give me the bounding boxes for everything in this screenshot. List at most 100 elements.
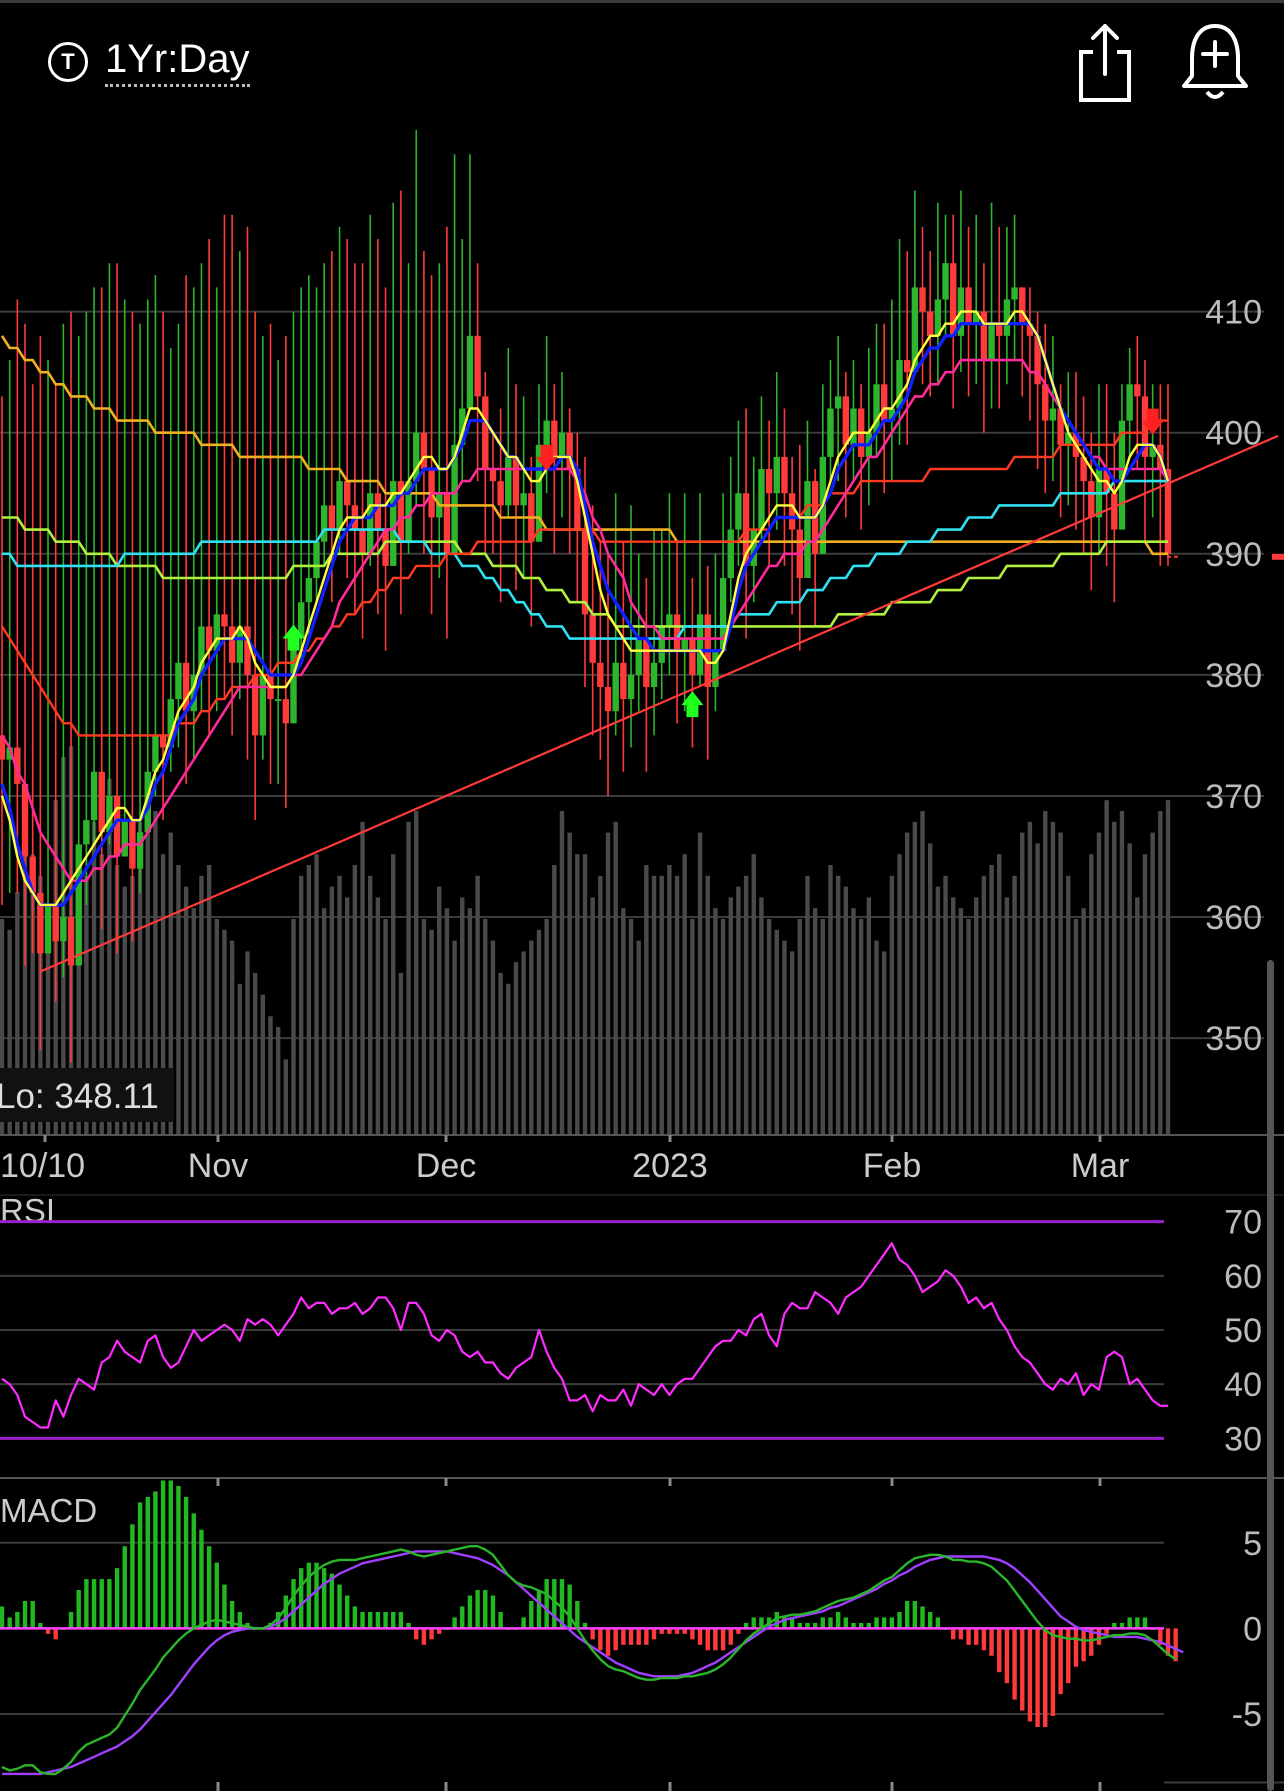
macd-histogram-bar [421, 1628, 427, 1645]
macd-histogram-bar [7, 1617, 12, 1629]
macd-histogram-bar [329, 1573, 335, 1629]
volume-bar [705, 875, 710, 1135]
scrollbar[interactable] [1267, 960, 1274, 1791]
candle-down [673, 614, 681, 651]
candle-up [988, 323, 995, 361]
volume-bar [1035, 843, 1040, 1135]
volume-bar [659, 875, 664, 1135]
macd-histogram-bar [122, 1546, 127, 1629]
macd-histogram-bar [168, 1480, 173, 1629]
volume-bar [851, 908, 856, 1135]
volume-bar [598, 875, 603, 1135]
macd-histogram-bar [214, 1562, 219, 1629]
price-tick-label: 380 [1205, 657, 1262, 695]
candle-down [765, 469, 773, 494]
macd-histogram-bar [636, 1628, 641, 1645]
macd-histogram-bar [1004, 1628, 1010, 1684]
macd-histogram-bar [291, 1579, 296, 1629]
macd-tick-label: -5 [1232, 1696, 1262, 1734]
volume-bar [552, 865, 557, 1135]
candle-up [827, 408, 834, 457]
volume-bar [452, 940, 457, 1135]
volume-bar [237, 983, 243, 1135]
candle-up [627, 674, 635, 700]
volume-bar [951, 897, 956, 1135]
volume-bar [690, 919, 695, 1135]
volume-bar [544, 919, 549, 1135]
macd-histogram-bar [989, 1628, 994, 1656]
volume-bar [728, 897, 733, 1135]
macd-histogram-bar [429, 1628, 434, 1640]
candle-down [689, 638, 696, 675]
volume-bar [483, 919, 488, 1135]
macd-histogram-bar [920, 1606, 925, 1629]
candle-up [558, 432, 566, 457]
volume-bar [529, 940, 534, 1135]
volume-bar [245, 951, 250, 1135]
volume-bar [222, 929, 227, 1135]
macd-histogram-bar [536, 1590, 542, 1629]
macd-histogram-bar [628, 1628, 634, 1645]
chart-canvas[interactable]: 35036037038039040041010/10 Nov Dec 2023 Feb M… [0, 0, 1284, 1791]
candle-up [60, 917, 67, 942]
candle-up [136, 832, 144, 869]
volume-bar [298, 875, 304, 1135]
volume-bar [743, 875, 749, 1135]
volume-bar [1142, 854, 1148, 1135]
x-axis-label: 10/10 [0, 1147, 85, 1185]
volume-bar [889, 875, 895, 1135]
volume-bar [774, 929, 779, 1135]
candle-down [996, 323, 1003, 336]
volume-bar [912, 821, 918, 1135]
volume-bar [183, 886, 189, 1135]
volume-bar [314, 854, 319, 1135]
macd-histogram-bar [1142, 1617, 1148, 1629]
candle-down [604, 686, 612, 712]
macd-histogram-bar [298, 1568, 304, 1629]
macd-histogram-bar [191, 1513, 196, 1629]
low-label: Lo: 348.11 [0, 1077, 159, 1116]
macd-histogram-bar [1020, 1628, 1025, 1711]
candle-up [696, 614, 704, 675]
candle-up [305, 578, 313, 603]
volume-bar [789, 951, 795, 1135]
macd-histogram-bar [490, 1595, 496, 1629]
macd-histogram-bar [114, 1568, 120, 1629]
macd-histogram-bar [613, 1628, 618, 1651]
volume-bar [651, 875, 657, 1135]
rsi-tick-label: 40 [1224, 1366, 1262, 1404]
macd-histogram-bar [99, 1579, 104, 1629]
macd-title: MACD [0, 1492, 97, 1529]
volume-bar [582, 854, 588, 1135]
candle-down [474, 335, 481, 397]
macd-histogram-bar [1096, 1628, 1102, 1645]
volume-bar [321, 908, 327, 1135]
candle-up [612, 662, 619, 712]
candle-up [543, 420, 550, 445]
volume-bar [628, 919, 634, 1135]
rsi-tick-label: 60 [1224, 1258, 1262, 1296]
candle-up [681, 638, 688, 651]
candle-down [950, 263, 957, 336]
macd-histogram-bar [605, 1628, 611, 1656]
macd-histogram-bar [1135, 1617, 1140, 1629]
volume-bar [927, 843, 933, 1135]
candle-down [52, 904, 59, 942]
volume-bar [521, 951, 526, 1135]
volume-bar [1043, 811, 1048, 1135]
candle-up [850, 408, 857, 445]
macd-histogram-bar [567, 1584, 572, 1629]
macd-histogram-bar [107, 1579, 112, 1629]
candle-down [251, 674, 259, 736]
volume-bar [337, 875, 342, 1135]
candle-down [159, 735, 167, 748]
volume-bar [766, 919, 772, 1135]
candle-up [90, 771, 98, 821]
macd-histogram-bar [30, 1600, 35, 1629]
volume-bar [797, 919, 802, 1135]
x-axis-label: Dec [416, 1147, 476, 1185]
volume-bar [843, 886, 849, 1135]
macd-histogram-bar [881, 1617, 887, 1629]
volume-bar [697, 832, 703, 1135]
candle-up [658, 626, 665, 663]
